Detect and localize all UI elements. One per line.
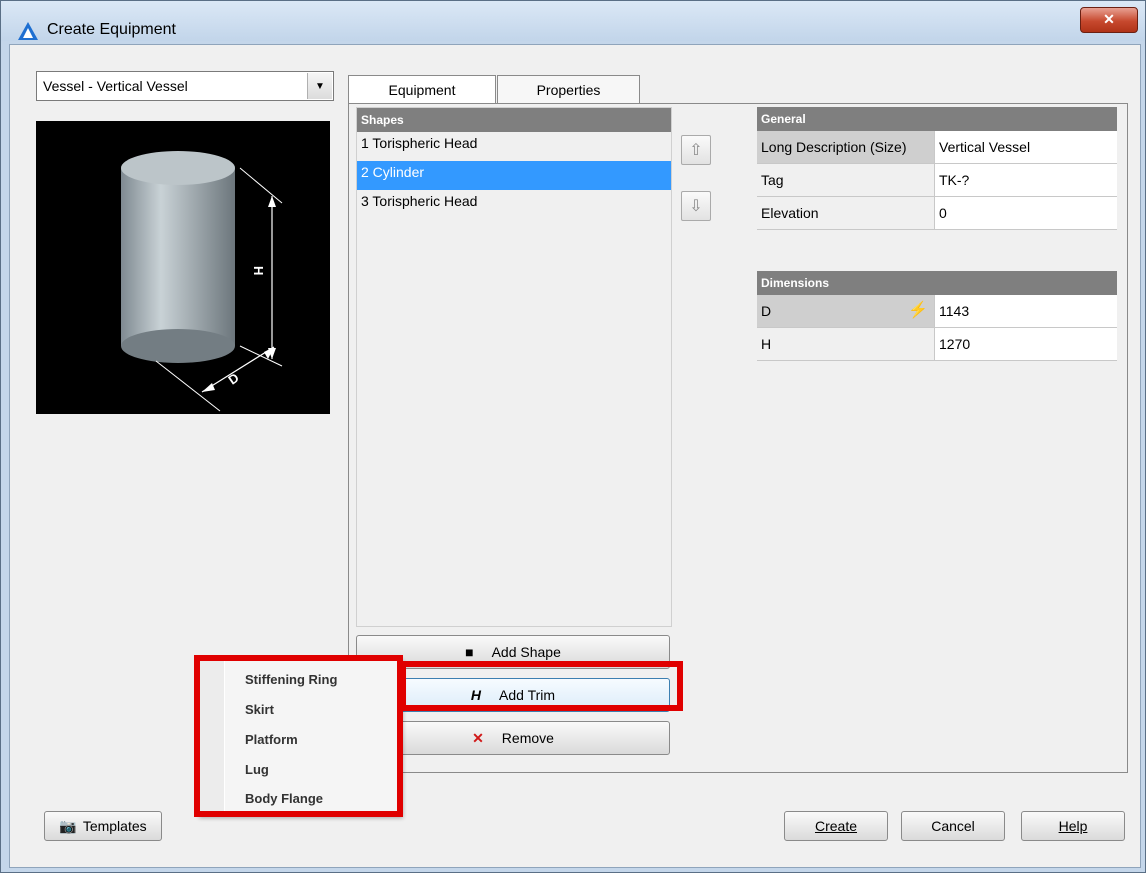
property-row[interactable]: Elevation 0 xyxy=(757,197,1117,230)
height-dimension-label: H xyxy=(251,266,266,275)
cylinder-preview-image: H D xyxy=(121,151,283,412)
property-key: Tag xyxy=(757,164,935,196)
dimension-row[interactable]: D ⚡ 1143 xyxy=(757,295,1117,328)
dimension-value[interactable]: 1143 xyxy=(935,295,1117,327)
create-equipment-dialog: Create Equipment ✕ Vessel - Vertical Ves… xyxy=(0,0,1146,873)
shapes-header: Shapes xyxy=(357,108,671,132)
title-bar[interactable]: Create Equipment ✕ xyxy=(1,1,1145,41)
cancel-label: Cancel xyxy=(931,818,975,834)
dimension-row[interactable]: H 1270 xyxy=(757,328,1117,361)
ladder-icon: H xyxy=(470,687,482,703)
create-label: Create xyxy=(814,818,858,834)
property-value[interactable]: TK-? xyxy=(935,164,1117,196)
general-header: General xyxy=(757,107,1117,131)
list-item[interactable]: 3 Torispheric Head xyxy=(357,190,671,219)
window-title: Create Equipment xyxy=(47,21,176,38)
menu-gutter xyxy=(198,659,225,815)
dialog-body: Vessel - Vertical Vessel ▼ H D Equipment… xyxy=(9,44,1141,868)
property-value[interactable]: Vertical Vessel xyxy=(935,131,1117,163)
equipment-preview: H D xyxy=(36,121,330,414)
property-value[interactable]: 0 xyxy=(935,197,1117,229)
cube-icon: ■ xyxy=(465,644,474,660)
general-properties-grid: General Long Description (Size) Vertical… xyxy=(757,107,1117,253)
close-icon: ✕ xyxy=(1103,11,1115,27)
close-button[interactable]: ✕ xyxy=(1080,7,1138,33)
tab-equipment[interactable]: Equipment xyxy=(348,75,496,105)
property-key: Long Description (Size) xyxy=(757,131,935,163)
menu-item-lug[interactable]: Lug xyxy=(245,762,269,777)
arrow-down-icon: ⇩ xyxy=(689,198,703,215)
remove-button[interactable]: ✕ Remove xyxy=(356,721,670,755)
move-down-button[interactable]: ⇩ xyxy=(681,191,711,221)
shapes-list[interactable]: Shapes 1 Torispheric Head 2 Cylinder 3 T… xyxy=(356,107,672,627)
dimension-key: D xyxy=(761,303,772,319)
menu-item-platform[interactable]: Platform xyxy=(245,732,298,747)
remove-label: Remove xyxy=(501,730,554,746)
dimensions-header: Dimensions xyxy=(757,271,1117,295)
property-key: Elevation xyxy=(757,197,935,229)
list-item[interactable]: 2 Cylinder xyxy=(357,161,671,190)
dimension-value[interactable]: 1270 xyxy=(935,328,1117,360)
app-icon xyxy=(18,22,38,40)
equipment-type-value: Vessel - Vertical Vessel xyxy=(43,78,188,94)
tab-properties[interactable]: Properties xyxy=(497,75,640,103)
help-label: Help xyxy=(1058,818,1088,834)
list-item[interactable]: 1 Torispheric Head xyxy=(357,132,671,161)
move-up-button[interactable]: ⇧ xyxy=(681,135,711,165)
help-button[interactable]: Help xyxy=(1021,811,1125,841)
menu-item-stiffening-ring[interactable]: Stiffening Ring xyxy=(245,672,337,687)
create-button[interactable]: Create xyxy=(784,811,888,841)
dimension-key: H xyxy=(757,328,935,360)
templates-button[interactable]: 📷 Templates xyxy=(44,811,162,841)
camera-icon: 📷 xyxy=(59,817,77,834)
dimensions-grid: Dimensions D ⚡ 1143 H 1270 xyxy=(757,271,1117,751)
remove-x-icon: ✕ xyxy=(472,729,484,746)
lightning-icon: ⚡ xyxy=(908,302,928,319)
arrow-up-icon: ⇧ xyxy=(689,142,703,159)
property-row[interactable]: Tag TK-? xyxy=(757,164,1117,197)
menu-item-skirt[interactable]: Skirt xyxy=(245,702,274,717)
add-trim-label: Add Trim xyxy=(499,687,556,703)
add-trim-button[interactable]: H Add Trim xyxy=(356,678,670,712)
trim-context-menu: Stiffening Ring Skirt Platform Lug Body … xyxy=(197,658,401,816)
chevron-down-icon[interactable]: ▼ xyxy=(307,73,332,99)
cancel-button[interactable]: Cancel xyxy=(901,811,1005,841)
diameter-dimension-label: D xyxy=(225,370,241,388)
menu-item-body-flange[interactable]: Body Flange xyxy=(245,791,323,806)
equipment-type-dropdown[interactable]: Vessel - Vertical Vessel ▼ xyxy=(36,71,334,101)
add-shape-button[interactable]: ■ Add Shape xyxy=(356,635,670,669)
property-row[interactable]: Long Description (Size) Vertical Vessel xyxy=(757,131,1117,164)
add-shape-label: Add Shape xyxy=(491,644,561,660)
templates-label: Templates xyxy=(82,818,147,834)
